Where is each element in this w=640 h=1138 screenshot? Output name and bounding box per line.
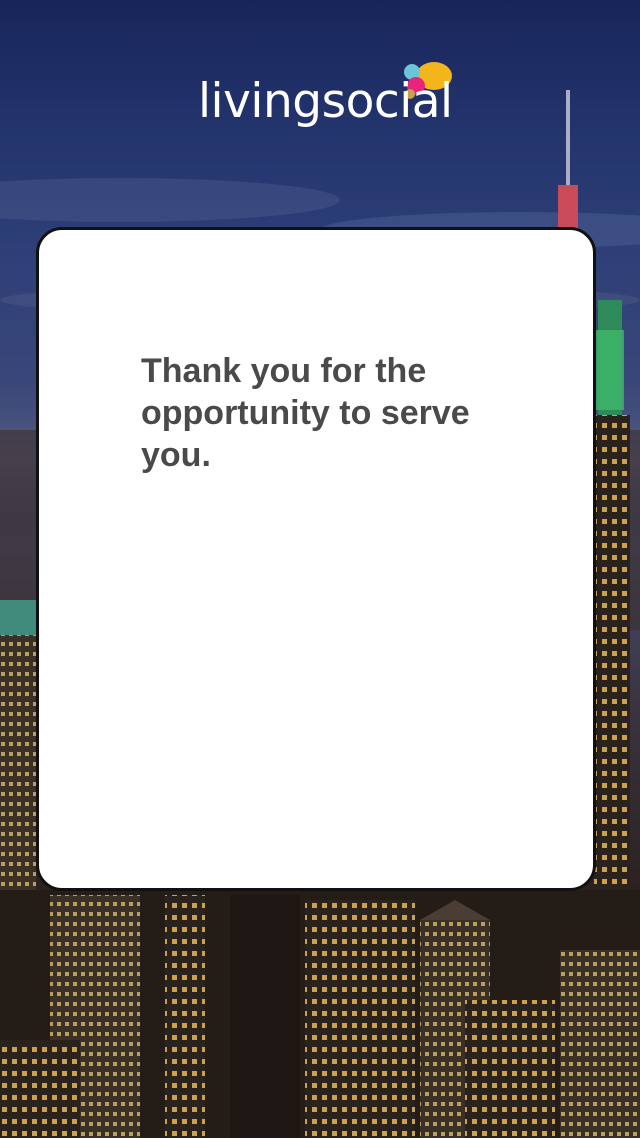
- app-screen: livingsocial Thank you for the opportuni…: [0, 0, 640, 1138]
- brand-wordmark: livingsocial: [198, 74, 453, 129]
- brand-logo: livingsocial: [0, 0, 640, 125]
- message-card: Thank you for the opportunity to serve y…: [36, 227, 596, 891]
- thank-you-message: Thank you for the opportunity to serve y…: [141, 352, 470, 474]
